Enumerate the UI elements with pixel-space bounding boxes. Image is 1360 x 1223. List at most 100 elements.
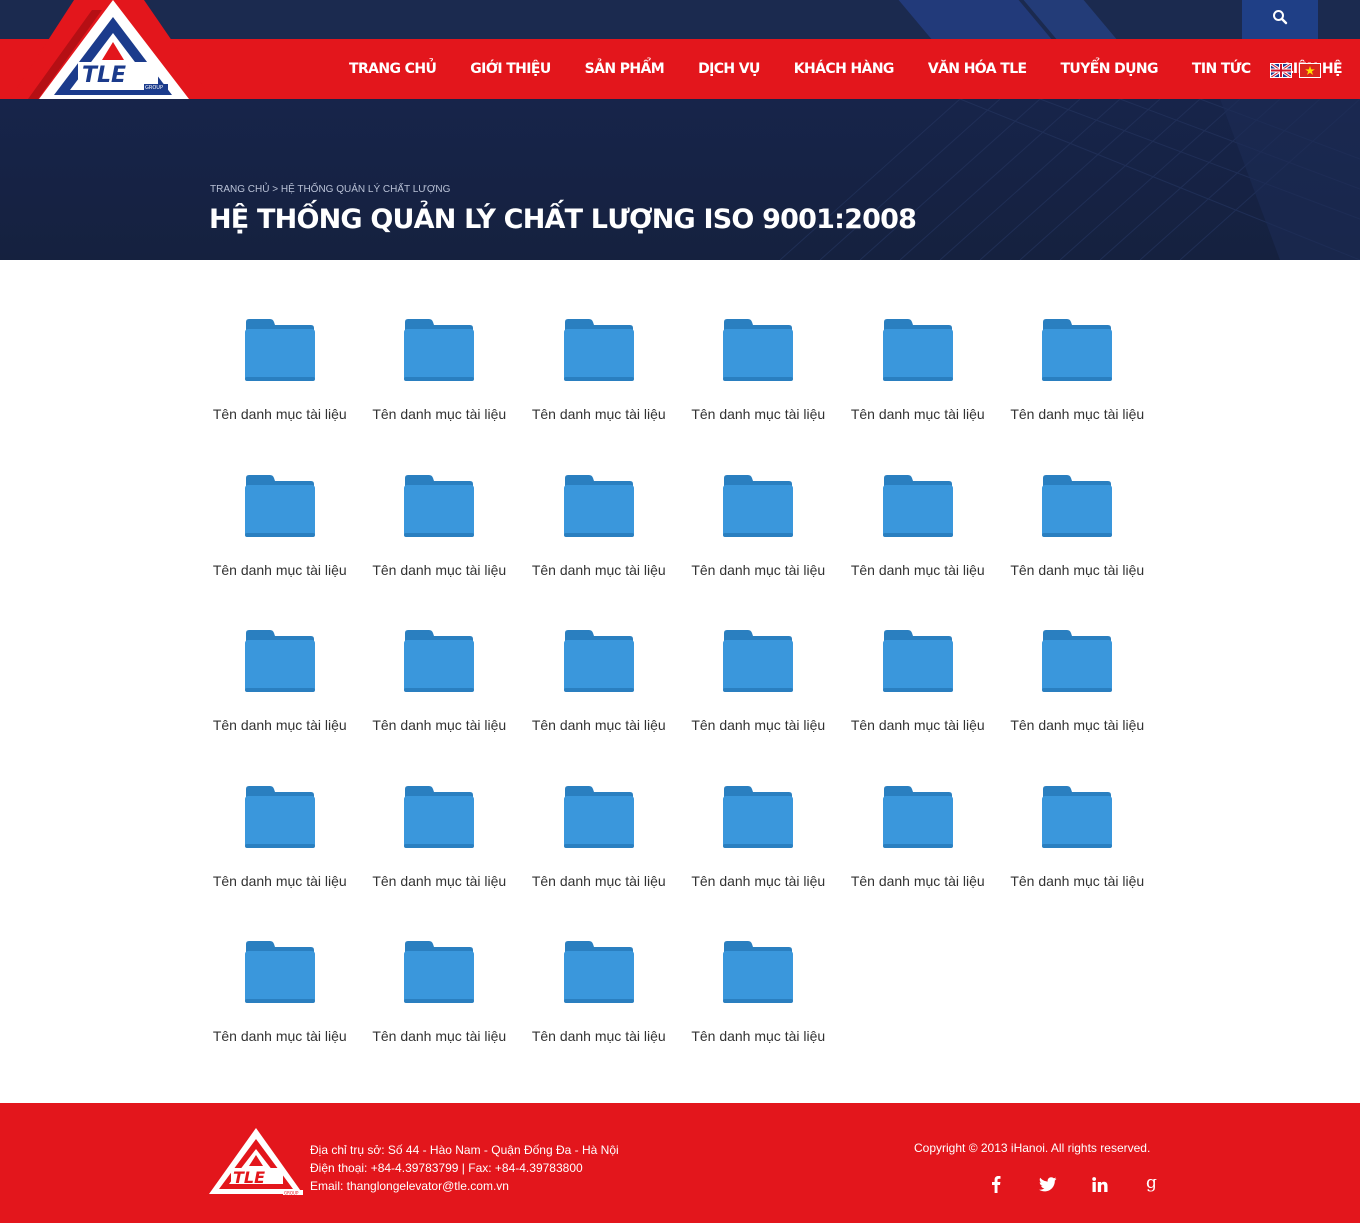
folder-icon xyxy=(244,319,315,381)
folder-item[interactable]: Tên danh mục tài liệu xyxy=(360,940,520,1096)
page-banner: TRANG CHỦ > HỆ THỐNG QUẢN LÝ CHẤT LƯỢNG … xyxy=(0,99,1360,260)
folder-label: Tên danh mục tài liệu xyxy=(1010,872,1145,889)
folder-item[interactable]: Tên danh mục tài liệu xyxy=(998,785,1158,941)
folder-label: Tên danh mục tài liệu xyxy=(691,561,826,578)
folder-item[interactable]: Tên danh mục tài liệu xyxy=(519,785,679,941)
svg-text:TLE: TLE xyxy=(82,63,126,88)
folder-icon xyxy=(244,630,315,692)
folder-item[interactable]: Tên danh mục tài liệu xyxy=(838,785,998,941)
folder-label: Tên danh mục tài liệu xyxy=(850,561,985,578)
folder-icon xyxy=(563,630,634,692)
page-title: HỆ THỐNG QUẢN LÝ CHẤT LƯỢNG ISO 9001:200… xyxy=(209,204,917,235)
folder-label: Tên danh mục tài liệu xyxy=(372,406,507,422)
folder-item[interactable]: Tên danh mục tài liệu xyxy=(998,474,1158,630)
folder-item[interactable]: Tên danh mục tài liệu xyxy=(838,629,998,785)
folder-icon xyxy=(404,785,475,848)
folder-label: Tên danh mục tài liệu xyxy=(1010,717,1145,733)
nav-item-services[interactable]: DỊCH VỤ xyxy=(681,61,777,77)
folder-label: Tên danh mục tài liệu xyxy=(1010,561,1145,578)
svg-text:GROUP: GROUP xyxy=(284,1191,299,1196)
nav-item-news[interactable]: TIN TỨC xyxy=(1175,61,1268,77)
folder-label: Tên danh mục tài liệu xyxy=(691,1028,826,1044)
folder-label: Tên danh mục tài liệu xyxy=(691,717,826,733)
folder-icon xyxy=(723,474,794,537)
folder-icon xyxy=(1042,630,1113,692)
tle-logo-icon: TLE GROUP xyxy=(209,1128,303,1196)
folder-label: Tên danh mục tài liệu xyxy=(212,872,347,889)
folder-icon xyxy=(882,474,953,537)
folder-item[interactable]: Tên danh mục tài liệu xyxy=(519,318,679,474)
folder-item[interactable]: Tên danh mục tài liệu xyxy=(360,629,520,785)
folder-label: Tên danh mục tài liệu xyxy=(691,406,826,422)
nav-item-culture[interactable]: VĂN HÓA TLE xyxy=(911,61,1044,77)
folder-item[interactable]: Tên danh mục tài liệu xyxy=(200,318,360,474)
footer-logo[interactable]: TLE GROUP xyxy=(209,1128,304,1201)
folder-item[interactable]: Tên danh mục tài liệu xyxy=(360,785,520,941)
folder-item[interactable]: Tên danh mục tài liệu xyxy=(838,318,998,474)
nav-item-about[interactable]: GIỚI THIỆU xyxy=(453,61,567,77)
folder-item[interactable]: Tên danh mục tài liệu xyxy=(519,474,679,630)
breadcrumb-home[interactable]: TRANG CHỦ xyxy=(210,184,269,195)
footer-address: Địa chỉ trụ sở: Số 44 - Hào Nam - Quận Đ… xyxy=(310,1143,619,1157)
folder-label: Tên danh mục tài liệu xyxy=(531,561,666,578)
folder-item[interactable]: Tên danh mục tài liệu xyxy=(679,940,839,1096)
folder-row: Tên danh mục tài liệu Tên danh mục tài li… xyxy=(200,629,1160,785)
folder-icon xyxy=(723,785,794,848)
folder-label: Tên danh mục tài liệu xyxy=(212,717,347,733)
folder-label: Tên danh mục tài liệu xyxy=(372,1028,507,1044)
breadcrumb-current: HỆ THỐNG QUẢN LÝ CHẤT LƯỢNG xyxy=(280,184,451,195)
site-logo[interactable]: TLE GROUP xyxy=(10,0,215,99)
language-switcher xyxy=(1270,63,1321,78)
folder-icon xyxy=(563,474,634,537)
folder-item[interactable]: Tên danh mục tài liệu xyxy=(200,940,360,1096)
folder-label: Tên danh mục tài liệu xyxy=(372,717,507,733)
building-background-pattern xyxy=(779,99,1360,260)
linkedin-icon[interactable] xyxy=(1074,1171,1126,1197)
folder-icon xyxy=(723,630,794,692)
folder-item[interactable]: Tên danh mục tài liệu xyxy=(200,785,360,941)
folder-item[interactable]: Tên danh mục tài liệu xyxy=(679,785,839,941)
nav-item-customers[interactable]: KHÁCH HÀNG xyxy=(777,61,911,77)
main-nav: TRANG CHỦ GIỚI THIỆU SẢN PHẨM DỊCH VỤ KH… xyxy=(332,39,1359,99)
folder-item[interactable]: Tên danh mục tài liệu xyxy=(679,629,839,785)
folder-label: Tên danh mục tài liệu xyxy=(372,561,507,578)
folder-item[interactable]: Tên danh mục tài liệu xyxy=(360,474,520,630)
folder-label: Tên danh mục tài liệu xyxy=(850,406,985,422)
folder-item[interactable]: Tên danh mục tài liệu xyxy=(679,318,839,474)
folder-label: Tên danh mục tài liệu xyxy=(372,872,507,889)
social-links: g xyxy=(970,1171,1178,1197)
vietnam-flag-icon[interactable] xyxy=(1299,63,1321,78)
folder-item[interactable]: Tên danh mục tài liệu xyxy=(519,629,679,785)
twitter-icon[interactable] xyxy=(1022,1171,1074,1197)
footer-phone: Điện thoại: +84-4.39783799 | Fax: +84-4.… xyxy=(310,1161,583,1175)
folder-item[interactable]: Tên danh mục tài liệu xyxy=(838,474,998,630)
nav-item-products[interactable]: SẢN PHẨM xyxy=(568,61,681,77)
svg-text:GROUP: GROUP xyxy=(145,85,163,91)
facebook-icon[interactable] xyxy=(970,1171,1022,1197)
copyright: Copyright © 2013 iHanoi. All rights rese… xyxy=(914,1141,1151,1155)
breadcrumb: TRANG CHỦ > HỆ THỐNG QUẢN LÝ CHẤT LƯỢNG xyxy=(210,184,450,195)
folder-icon xyxy=(882,319,953,381)
folder-item[interactable]: Tên danh mục tài liệu xyxy=(200,474,360,630)
folder-item[interactable]: Tên danh mục tài liệu xyxy=(360,318,520,474)
folder-item[interactable]: Tên danh mục tài liệu xyxy=(679,474,839,630)
folder-grid: Tên danh mục tài liệu Tên danh mục tài li… xyxy=(200,318,1160,1096)
folder-icon xyxy=(244,941,315,1003)
nav-item-home[interactable]: TRANG CHỦ xyxy=(332,61,453,77)
svg-text:g: g xyxy=(1146,1174,1157,1193)
folder-item[interactable]: Tên danh mục tài liệu xyxy=(998,318,1158,474)
nav-item-recruitment[interactable]: TUYỂN DỤNG xyxy=(1043,61,1174,77)
folder-row: Tên danh mục tài liệu Tên danh mục tài li… xyxy=(200,474,1160,630)
folder-item[interactable]: Tên danh mục tài liệu xyxy=(519,940,679,1096)
folder-item[interactable]: Tên danh mục tài liệu xyxy=(998,629,1158,785)
folder-icon xyxy=(723,319,794,381)
folder-row: Tên danh mục tài liệu Tên danh mục tài li… xyxy=(200,318,1160,474)
google-plus-icon[interactable]: g xyxy=(1126,1171,1178,1197)
english-flag-icon[interactable] xyxy=(1270,63,1292,78)
folder-label: Tên danh mục tài liệu xyxy=(1010,406,1145,422)
folder-item[interactable]: Tên danh mục tài liệu xyxy=(200,629,360,785)
footer-email[interactable]: Email: thanglongelevator@tle.com.vn xyxy=(310,1177,619,1195)
folder-label: Tên danh mục tài liệu xyxy=(850,872,985,889)
folder-icon xyxy=(723,941,794,1003)
breadcrumb-separator: > xyxy=(272,184,279,195)
